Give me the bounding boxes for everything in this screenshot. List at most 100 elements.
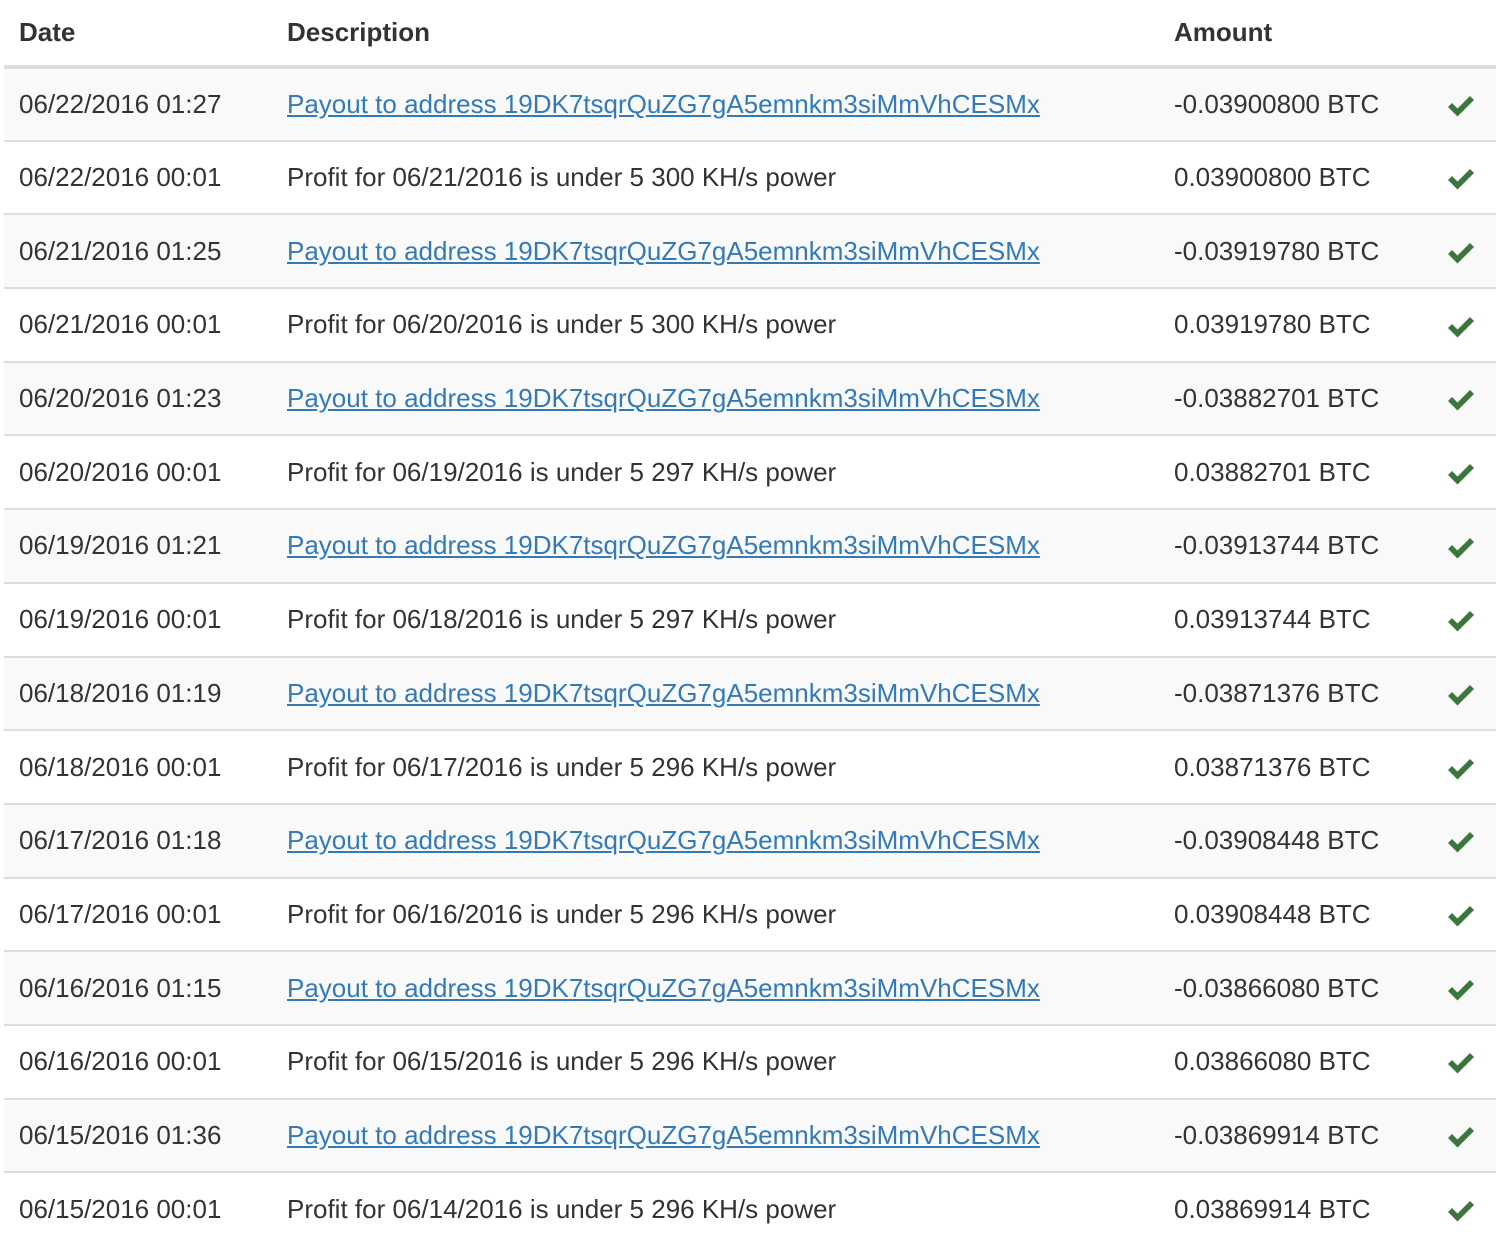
cell-status (1426, 876, 1496, 952)
transactions-table: Date Description Amount 06/22/2016 01:27… (4, 0, 1496, 1246)
cell-description: Profit for 06/15/2016 is under 5 296 KH/… (272, 1023, 1159, 1099)
profit-description-text: Profit for 06/14/2016 is under 5 296 KH/… (287, 1194, 837, 1225)
payout-address-link[interactable]: Payout to address 19DK7tsqrQuZG7gA5emnkm… (287, 236, 1040, 266)
table-body: 06/22/2016 01:27 Payout to address 19DK7t… (4, 67, 1496, 1246)
check-icon (1446, 167, 1476, 191)
cell-amount: -0.03908448 BTC (1159, 802, 1426, 878)
cell-description: Profit for 06/17/2016 is under 5 296 KH/… (272, 729, 1159, 804)
payout-address-link[interactable]: Payout to address 19DK7tsqrQuZG7gA5emnkm… (287, 973, 1040, 1003)
cell-amount: 0.03871376 BTC (1159, 729, 1426, 804)
column-header-amount[interactable]: Amount (1159, 0, 1426, 69)
cell-date: 06/19/2016 01:21 (4, 508, 272, 583)
cell-description: Payout to address 19DK7tsqrQuZG7gA5emnkm… (272, 655, 1159, 731)
cell-amount: -0.03900800 BTC (1159, 67, 1426, 141)
table-row: 06/22/2016 01:27 Payout to address 19DK7t… (4, 67, 1496, 141)
check-icon (1446, 904, 1476, 928)
cell-status (1426, 434, 1496, 510)
cell-date: 06/15/2016 01:36 (4, 1097, 272, 1173)
cell-status (1426, 139, 1496, 215)
cell-description: Payout to address 19DK7tsqrQuZG7gA5emnkm… (272, 950, 1159, 1025)
cell-description: Profit for 06/21/2016 is under 5 300 KH/… (272, 139, 1159, 215)
table-row: 06/21/2016 00:01 Profit for 06/20/2016 is… (4, 287, 1496, 362)
table-row: 06/18/2016 00:01 Profit for 06/17/2016 is… (4, 729, 1496, 804)
payout-address-link[interactable]: Payout to address 19DK7tsqrQuZG7gA5emnkm… (287, 1120, 1040, 1150)
profit-description-text: Profit for 06/19/2016 is under 5 297 KH/… (287, 456, 837, 487)
cell-status (1426, 1097, 1496, 1173)
check-icon (1446, 388, 1476, 412)
cell-status (1426, 287, 1496, 362)
table-row: 06/17/2016 00:01 Profit for 06/16/2016 is… (4, 876, 1496, 952)
profit-description-text: Profit for 06/21/2016 is under 5 300 KH/… (287, 162, 837, 193)
profit-description-text: Profit for 06/16/2016 is under 5 296 KH/… (287, 898, 837, 929)
cell-date: 06/21/2016 00:01 (4, 287, 272, 362)
cell-amount: 0.03900800 BTC (1159, 139, 1426, 215)
cell-date: 06/18/2016 00:01 (4, 729, 272, 804)
cell-date: 06/16/2016 00:01 (4, 1023, 272, 1099)
cell-amount: 0.03869914 BTC (1159, 1171, 1426, 1246)
table-row: 06/19/2016 01:21 Payout to address 19DK7t… (4, 508, 1496, 583)
profit-description-text: Profit for 06/15/2016 is under 5 296 KH/… (287, 1046, 837, 1077)
cell-status (1426, 802, 1496, 878)
cell-date: 06/17/2016 00:01 (4, 876, 272, 952)
cell-description: Profit for 06/19/2016 is under 5 297 KH/… (272, 434, 1159, 510)
cell-status (1426, 67, 1496, 141)
cell-description: Profit for 06/16/2016 is under 5 296 KH/… (272, 876, 1159, 952)
cell-amount: 0.03866080 BTC (1159, 1023, 1426, 1099)
cell-date: 06/22/2016 01:27 (4, 67, 272, 141)
check-icon (1446, 609, 1476, 633)
column-header-description[interactable]: Description (272, 0, 1159, 69)
cell-date: 06/19/2016 00:01 (4, 581, 272, 657)
cell-amount: 0.03882701 BTC (1159, 434, 1426, 510)
cell-description: Profit for 06/14/2016 is under 5 296 KH/… (272, 1171, 1159, 1246)
cell-status (1426, 655, 1496, 731)
cell-status (1426, 729, 1496, 804)
table-row: 06/19/2016 00:01 Profit for 06/18/2016 is… (4, 581, 1496, 657)
cell-status (1426, 213, 1496, 289)
cell-status (1426, 581, 1496, 657)
check-icon (1446, 315, 1476, 339)
check-icon (1446, 241, 1476, 265)
cell-description: Payout to address 19DK7tsqrQuZG7gA5emnkm… (272, 508, 1159, 583)
cell-date: 06/16/2016 01:15 (4, 950, 272, 1025)
cell-status (1426, 1023, 1496, 1099)
cell-date: 06/17/2016 01:18 (4, 802, 272, 878)
cell-amount: 0.03908448 BTC (1159, 876, 1426, 952)
cell-date: 06/20/2016 01:23 (4, 360, 272, 436)
payout-address-link[interactable]: Payout to address 19DK7tsqrQuZG7gA5emnkm… (287, 383, 1040, 413)
column-header-status (1426, 0, 1496, 69)
check-icon (1446, 683, 1476, 707)
profit-description-text: Profit for 06/20/2016 is under 5 300 KH/… (287, 309, 837, 340)
cell-amount: -0.03866080 BTC (1159, 950, 1426, 1025)
check-icon (1446, 978, 1476, 1002)
table-row: 06/22/2016 00:01 Profit for 06/21/2016 is… (4, 139, 1496, 215)
payout-address-link[interactable]: Payout to address 19DK7tsqrQuZG7gA5emnkm… (287, 678, 1040, 708)
cell-amount: -0.03882701 BTC (1159, 360, 1426, 436)
check-icon (1446, 462, 1476, 486)
cell-description: Payout to address 19DK7tsqrQuZG7gA5emnkm… (272, 67, 1159, 141)
payout-address-link[interactable]: Payout to address 19DK7tsqrQuZG7gA5emnkm… (287, 89, 1040, 119)
cell-amount: -0.03919780 BTC (1159, 213, 1426, 289)
table-row: 06/17/2016 01:18 Payout to address 19DK7t… (4, 802, 1496, 878)
cell-date: 06/22/2016 00:01 (4, 139, 272, 215)
cell-description: Profit for 06/18/2016 is under 5 297 KH/… (272, 581, 1159, 657)
table-row: 06/20/2016 00:01 Profit for 06/19/2016 is… (4, 434, 1496, 510)
payout-address-link[interactable]: Payout to address 19DK7tsqrQuZG7gA5emnkm… (287, 530, 1040, 560)
column-header-date[interactable]: Date (4, 0, 272, 69)
payout-address-link[interactable]: Payout to address 19DK7tsqrQuZG7gA5emnkm… (287, 825, 1040, 855)
cell-description: Payout to address 19DK7tsqrQuZG7gA5emnkm… (272, 213, 1159, 289)
cell-date: 06/15/2016 00:01 (4, 1171, 272, 1246)
check-icon (1446, 536, 1476, 560)
cell-amount: -0.03871376 BTC (1159, 655, 1426, 731)
table-row: 06/15/2016 00:01 Profit for 06/14/2016 is… (4, 1171, 1496, 1246)
check-icon (1446, 757, 1476, 781)
cell-amount: 0.03919780 BTC (1159, 287, 1426, 362)
cell-description: Payout to address 19DK7tsqrQuZG7gA5emnkm… (272, 802, 1159, 878)
header-row: Date Description Amount (4, 0, 1496, 69)
check-icon (1446, 1051, 1476, 1075)
profit-description-text: Profit for 06/18/2016 is under 5 297 KH/… (287, 604, 837, 635)
cell-amount: -0.03869914 BTC (1159, 1097, 1426, 1173)
check-icon (1446, 1199, 1476, 1223)
check-icon (1446, 1125, 1476, 1149)
cell-status (1426, 950, 1496, 1025)
table-row: 06/21/2016 01:25 Payout to address 19DK7t… (4, 213, 1496, 289)
